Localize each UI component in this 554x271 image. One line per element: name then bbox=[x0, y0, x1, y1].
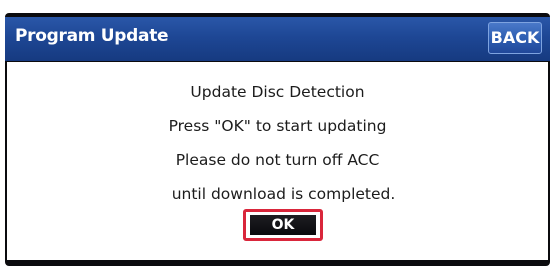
title-bar: Program Update BACK bbox=[5, 17, 550, 61]
head-unit-screen: Program Update BACK Update Disc Detectio… bbox=[5, 13, 550, 266]
ok-focus-highlight: OK bbox=[243, 209, 323, 241]
update-dialog: Update Disc Detection Press "OK" to star… bbox=[7, 62, 548, 260]
ok-button[interactable]: OK bbox=[250, 215, 316, 235]
message-line-press-ok: Press "OK" to start updating bbox=[168, 117, 387, 135]
message-line-detection: Update Disc Detection bbox=[190, 83, 365, 101]
back-button[interactable]: BACK bbox=[488, 22, 542, 54]
page-title: Program Update bbox=[15, 26, 169, 46]
message-line-completion: until download is completed. bbox=[171, 185, 396, 203]
message-line-warning: Please do not turn off ACC bbox=[175, 151, 380, 169]
device-bezel: Program Update BACK Update Disc Detectio… bbox=[0, 0, 554, 271]
